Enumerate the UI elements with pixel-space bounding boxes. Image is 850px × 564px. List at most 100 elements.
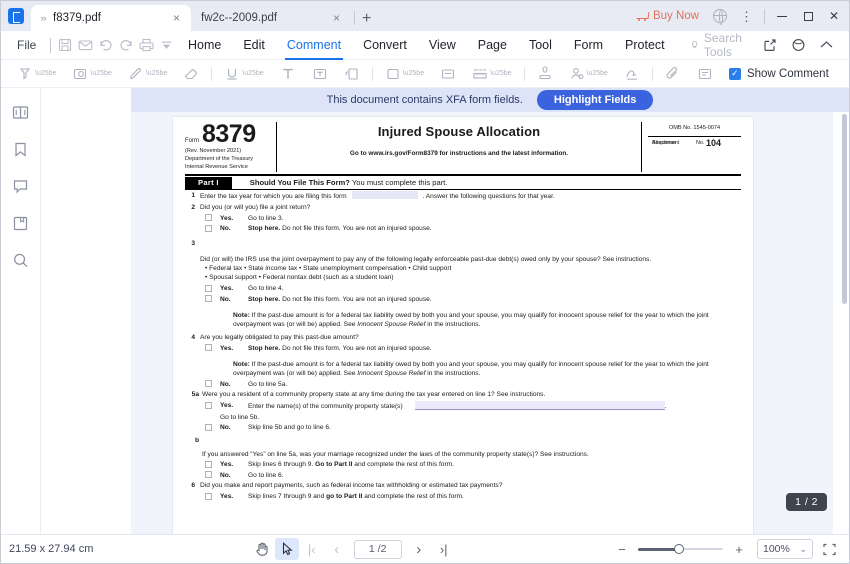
select-tool-icon[interactable] <box>274 538 299 560</box>
email-icon[interactable] <box>75 33 95 57</box>
checkbox-line5a-no[interactable] <box>205 423 212 431</box>
close-icon[interactable]: × <box>328 11 345 25</box>
search-tools[interactable]: Search Tools <box>690 31 757 59</box>
pencil-icon[interactable]: \u25be <box>120 62 175 86</box>
checkbox-line6-yes[interactable] <box>205 492 212 500</box>
document-tab-2[interactable]: fw2c--2009.pdf × <box>191 5 351 31</box>
checkbox-line5b-no[interactable] <box>205 471 212 479</box>
tax-year-input[interactable] <box>352 191 419 200</box>
checkbox-line3-no[interactable] <box>205 295 212 303</box>
note-label: Note: <box>233 360 250 368</box>
more-options-icon[interactable]: ⋮ <box>733 10 760 23</box>
sidebar-item-comments[interactable] <box>7 172 35 200</box>
navigation-controls: |‹ ‹ 1 /2 › ›| <box>250 538 456 560</box>
shape-icon[interactable]: \u25be <box>377 62 432 86</box>
sidebar-item-thumbnails[interactable] <box>7 98 35 126</box>
attachment-icon[interactable] <box>657 62 689 86</box>
line-3-note: Note: If the past-due amount is for a fe… <box>185 311 741 330</box>
form-dept-1: Department of the Treasury <box>185 156 254 163</box>
menu-edit[interactable]: Edit <box>232 34 276 57</box>
sign-icon[interactable] <box>616 62 648 86</box>
area-highlight-icon[interactable]: \u25be <box>64 62 119 86</box>
option-label: No. <box>220 471 231 479</box>
new-tab-button[interactable]: + <box>358 11 378 31</box>
chevron-down-icon[interactable]: ⌄ <box>799 544 807 555</box>
maximize-button[interactable] <box>795 3 821 29</box>
checkbox-line3-yes[interactable] <box>205 284 212 292</box>
zoom-slider[interactable] <box>637 541 723 557</box>
zoom-level-select[interactable]: 100% ⌄ <box>756 539 813 559</box>
quick-access-dropdown-icon[interactable] <box>157 33 177 57</box>
checkbox-line2-yes[interactable] <box>205 214 212 222</box>
menu-form[interactable]: Form <box>563 34 614 57</box>
menu-tool[interactable]: Tool <box>518 34 563 57</box>
callout-icon[interactable] <box>336 62 368 86</box>
page-number-input[interactable]: 1 /2 <box>353 539 402 559</box>
redo-icon[interactable] <box>116 33 136 57</box>
close-window-button[interactable]: ✕ <box>821 3 847 29</box>
checkbox-line4-yes[interactable] <box>205 344 212 352</box>
menu-protect[interactable]: Protect <box>614 34 676 57</box>
measure-icon[interactable]: \u25be <box>464 62 519 86</box>
highlight-tool-icon[interactable]: \u25be <box>9 62 64 86</box>
menu-bar: File Home Edit Comment Convert View Page… <box>1 31 849 60</box>
vertical-scrollbar[interactable] <box>842 114 847 304</box>
checkbox-line5b-yes[interactable] <box>205 460 212 468</box>
checkbox-checked-icon[interactable]: ✓ <box>728 67 741 80</box>
menu-page[interactable]: Page <box>467 34 518 57</box>
sidebar-item-bookmarks[interactable] <box>7 135 35 163</box>
option-label: No. <box>220 295 231 303</box>
last-page-button[interactable]: ›| <box>432 538 456 560</box>
undo-icon[interactable] <box>96 33 116 57</box>
slider-knob[interactable] <box>673 544 684 554</box>
globe-icon[interactable] <box>713 9 727 25</box>
divider <box>523 66 525 81</box>
signature-icon[interactable]: \u25be <box>561 62 616 86</box>
eraser-icon[interactable] <box>175 62 207 86</box>
option-text: Go to line 4. <box>248 285 284 293</box>
underline-icon[interactable]: \u25be <box>216 62 271 86</box>
next-page-button[interactable]: › <box>407 538 431 560</box>
checkbox-line5a-yes[interactable] <box>205 401 212 409</box>
first-page-button[interactable]: |‹ <box>300 538 324 560</box>
community-property-states-input[interactable] <box>414 401 665 411</box>
buy-now-button[interactable]: Buy Now <box>629 10 707 22</box>
sidebar-item-attachments[interactable] <box>7 209 35 237</box>
form-line-4: 4 Are you legally obligated to pay this … <box>185 333 741 342</box>
comment-list-icon[interactable] <box>689 62 721 86</box>
zoom-out-button[interactable]: − <box>612 542 632 557</box>
part-heading: Should You File This Form? You must comp… <box>232 177 448 189</box>
sidebar-item-search[interactable] <box>7 246 35 274</box>
prev-page-button[interactable]: ‹ <box>325 538 349 560</box>
menu-convert[interactable]: Convert <box>352 34 418 57</box>
text-box-icon[interactable] <box>304 62 336 86</box>
share-icon[interactable] <box>757 33 783 57</box>
fit-page-button[interactable] <box>819 539 841 559</box>
menu-view[interactable]: View <box>418 34 467 57</box>
page-indicator-badge: 1 / 2 <box>786 493 827 511</box>
highlight-fields-button[interactable]: Highlight Fields <box>536 90 654 110</box>
menu-file[interactable]: File <box>7 38 46 52</box>
save-icon[interactable] <box>55 33 75 57</box>
stamp-icon[interactable] <box>529 62 561 86</box>
show-comment-toggle[interactable]: ✓ Show Comment <box>728 67 829 80</box>
close-icon[interactable]: × <box>168 11 185 25</box>
minimize-button[interactable] <box>769 3 795 29</box>
option-bold: go to Part II <box>326 493 363 501</box>
checkbox-line2-no[interactable] <box>205 224 212 232</box>
hand-tool-icon[interactable] <box>250 538 274 560</box>
menu-comment[interactable]: Comment <box>276 34 352 60</box>
checkbox-line4-no[interactable] <box>205 380 212 388</box>
line-text: Did (or will) the IRS use the joint over… <box>200 255 652 263</box>
print-icon[interactable] <box>136 33 156 57</box>
chevron-down-icon[interactable]: » <box>40 13 47 23</box>
cloud-icon[interactable] <box>785 33 811 57</box>
form-word-label: Form <box>185 138 199 144</box>
menu-home[interactable]: Home <box>177 34 232 57</box>
note-icon[interactable] <box>432 62 464 86</box>
text-tool-icon[interactable] <box>272 62 304 86</box>
collapse-ribbon-icon[interactable] <box>813 33 839 57</box>
document-tab-active[interactable]: » f8379.pdf × <box>31 5 191 31</box>
zoom-in-button[interactable]: + <box>729 542 749 557</box>
line-number: 2 <box>191 203 195 211</box>
